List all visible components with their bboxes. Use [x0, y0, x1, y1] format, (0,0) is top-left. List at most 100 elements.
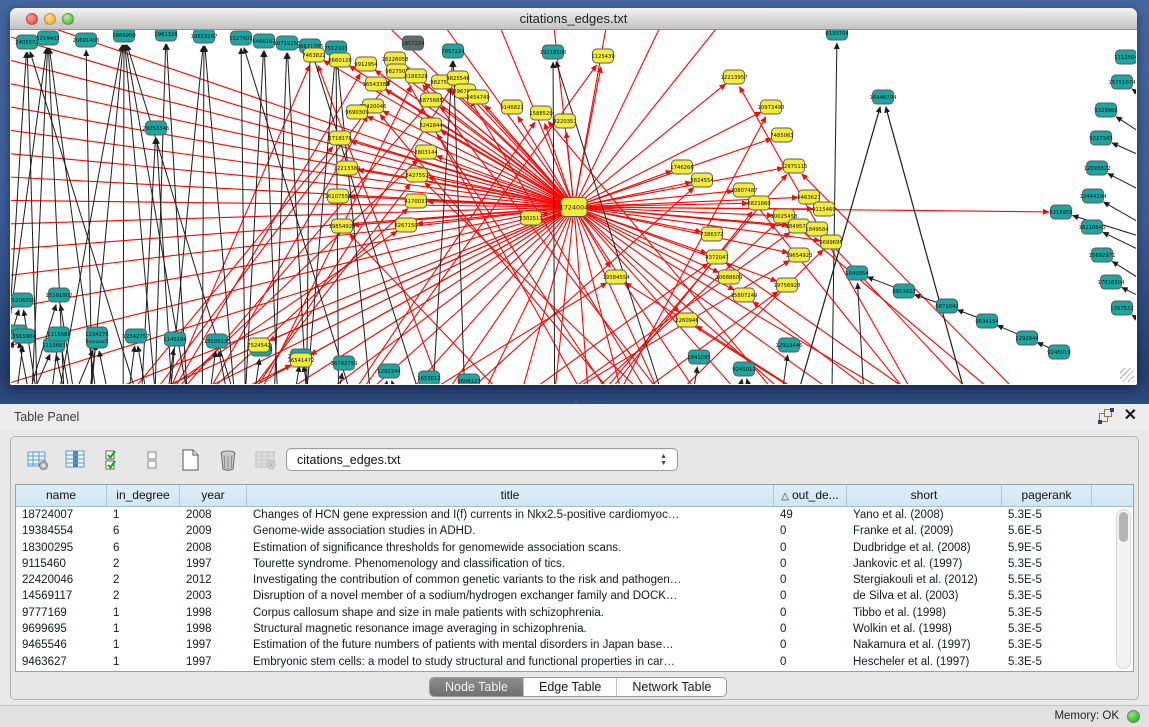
- table-cell[interactable]: Dudbridge et al. (2008): [847, 540, 1002, 556]
- graph-node[interactable]: 10653287: [191, 30, 218, 43]
- graph-node[interactable]: 13505135: [204, 334, 231, 348]
- graph-node[interactable]: 16446794: [870, 90, 898, 104]
- graph-node[interactable]: 7524542: [247, 338, 271, 352]
- graph-node[interactable]: 19756928: [774, 278, 802, 292]
- deselect-icon[interactable]: [139, 447, 165, 473]
- graph-node[interactable]: 10973493: [758, 100, 785, 114]
- graph-node[interactable]: 1866950: [112, 30, 136, 42]
- table-cell[interactable]: 0: [774, 654, 847, 670]
- graph-node[interactable]: 3302511: [519, 211, 543, 225]
- graph-node[interactable]: 16210643: [1079, 220, 1106, 234]
- table-cell[interactable]: 19384554: [16, 523, 107, 539]
- table-cell[interactable]: 6: [107, 540, 180, 556]
- graph-node[interactable]: 8660128: [328, 53, 352, 67]
- table-cell[interactable]: 0: [774, 621, 847, 637]
- tab-network-table[interactable]: Network Table: [617, 678, 726, 696]
- table-row[interactable]: 1456911722003Disruption of a novel membe…: [16, 588, 1133, 604]
- graph-node[interactable]: 12093822: [1084, 161, 1111, 175]
- graph-node[interactable]: 15692971: [1089, 248, 1116, 262]
- split-pane-handle[interactable]: ▴: [570, 398, 582, 406]
- table-cell[interactable]: Yano et al. (2008): [847, 507, 1002, 523]
- graph-node[interactable]: 1125439: [591, 49, 615, 63]
- graph-node[interactable]: 9115460: [812, 202, 836, 216]
- graph-node[interactable]: 9227343: [1089, 131, 1113, 145]
- table-cell[interactable]: 2: [107, 556, 180, 572]
- graph-node[interactable]: 20691406: [73, 33, 101, 47]
- graph-node[interactable]: 17016504: [1098, 275, 1126, 289]
- table-cell[interactable]: 1: [107, 507, 180, 523]
- graph-node[interactable]: 15751074: [1109, 75, 1136, 89]
- graph-node[interactable]: 8821660: [747, 196, 771, 210]
- close-panel-icon[interactable]: ✕: [1124, 408, 1137, 424]
- graph-node[interactable]: 5875685: [419, 93, 443, 107]
- graph-node[interactable]: 1841095: [687, 350, 711, 364]
- graph-node[interactable]: 12923446: [776, 338, 804, 352]
- graph-node[interactable]: 19384554: [603, 270, 631, 284]
- graph-node[interactable]: 8186328: [404, 69, 428, 83]
- table-settings-icon[interactable]: [25, 447, 51, 473]
- table-cell[interactable]: 2009: [180, 523, 247, 539]
- table-cell[interactable]: 9465546: [16, 637, 107, 653]
- table-cell[interactable]: 1998: [180, 621, 247, 637]
- table-cell[interactable]: 0: [774, 605, 847, 621]
- table-row[interactable]: 1872400712008Changes of HCN gene express…: [16, 507, 1133, 523]
- network-window-titlebar[interactable]: citations_edges.txt: [10, 8, 1137, 30]
- table-row[interactable]: 1830029562008Estimation of significance …: [16, 540, 1133, 556]
- graph-node[interactable]: 1219403: [36, 31, 60, 45]
- table-row[interactable]: 2242004622012Investigating the contribut…: [16, 572, 1133, 588]
- graph-node[interactable]: 2718176: [328, 131, 352, 145]
- column-header-name[interactable]: name: [16, 485, 107, 506]
- graph-node[interactable]: 1292344: [377, 364, 401, 378]
- table-cell[interactable]: 0: [774, 637, 847, 653]
- graph-node[interactable]: 8130704: [825, 30, 849, 40]
- graph-node[interactable]: 1292944: [1015, 331, 1039, 345]
- graph-node[interactable]: 6871042: [935, 299, 959, 313]
- window-resize-grip[interactable]: [1120, 368, 1134, 382]
- table-cell[interactable]: Nakamura et al. (1997): [847, 637, 1002, 653]
- table-cell[interactable]: 14569117: [16, 588, 107, 604]
- table-cell[interactable]: 1: [107, 654, 180, 670]
- graph-node[interactable]: 8220351: [553, 114, 577, 128]
- table-cell[interactable]: 0: [774, 523, 847, 539]
- table-cell[interactable]: 0: [774, 556, 847, 572]
- table-cell[interactable]: 5.5E-5: [1002, 572, 1092, 588]
- graph-node[interactable]: 25206059: [11, 293, 35, 307]
- graph-node[interactable]: 1367532: [1110, 301, 1134, 315]
- graph-node[interactable]: 29053346: [143, 121, 171, 135]
- float-window-icon[interactable]: [1098, 408, 1114, 424]
- graph-node[interactable]: 16107552: [325, 189, 352, 203]
- table-cell[interactable]: 1: [107, 605, 180, 621]
- graph-node[interactable]: 19854925: [329, 219, 356, 233]
- table-cell[interactable]: 9463627: [16, 654, 107, 670]
- graph-node[interactable]: 9634154: [975, 314, 999, 328]
- graph-node[interactable]: 9245019: [1047, 345, 1071, 359]
- select-columns-icon[interactable]: [63, 447, 89, 473]
- graph-node[interactable]: 2803144: [414, 145, 438, 159]
- graph-node[interactable]: 9912954: [354, 57, 378, 71]
- scrollbar-thumb[interactable]: [1119, 512, 1128, 542]
- table-cell[interactable]: Genome-wide association studies in ADHD.: [247, 523, 774, 539]
- table-cell[interactable]: 5.9E-5: [1002, 540, 1092, 556]
- table-cell[interactable]: 18724007: [16, 507, 107, 523]
- node-table[interactable]: namein_degreeyeartitle△out_de...shortpag…: [15, 484, 1134, 672]
- graph-node[interactable]: 1961326: [154, 30, 178, 41]
- delete-icon[interactable]: [215, 447, 241, 473]
- column-header-year[interactable]: year: [180, 485, 247, 506]
- graph-node[interactable]: 1640954: [845, 266, 869, 280]
- column-header-out-de-[interactable]: △out_de...: [774, 485, 847, 506]
- table-source-select[interactable]: citations_edges.txt ▲▼: [286, 448, 678, 471]
- graph-node[interactable]: 3915904: [12, 329, 36, 343]
- table-cell[interactable]: 5.3E-5: [1002, 588, 1092, 604]
- table-row[interactable]: 911546021997Tourette syndrome. Phenomeno…: [16, 556, 1133, 572]
- graph-node[interactable]: 1115688: [47, 327, 71, 341]
- table-row[interactable]: 946362711997Embryonic stem cells: a mode…: [16, 654, 1133, 670]
- table-cell[interactable]: 1997: [180, 556, 247, 572]
- graph-node[interactable]: 12444194: [1080, 189, 1108, 203]
- graph-node[interactable]: 1234276: [85, 327, 109, 341]
- table-cell[interactable]: Changes of HCN gene expression and I(f) …: [247, 507, 774, 523]
- column-header-title[interactable]: title: [247, 485, 774, 506]
- column-header-in-degree[interactable]: in_degree: [107, 485, 180, 506]
- graph-node[interactable]: 7463822: [302, 48, 326, 62]
- vertical-scrollbar[interactable]: [1116, 509, 1131, 669]
- graph-node[interactable]: 8427552: [405, 168, 429, 182]
